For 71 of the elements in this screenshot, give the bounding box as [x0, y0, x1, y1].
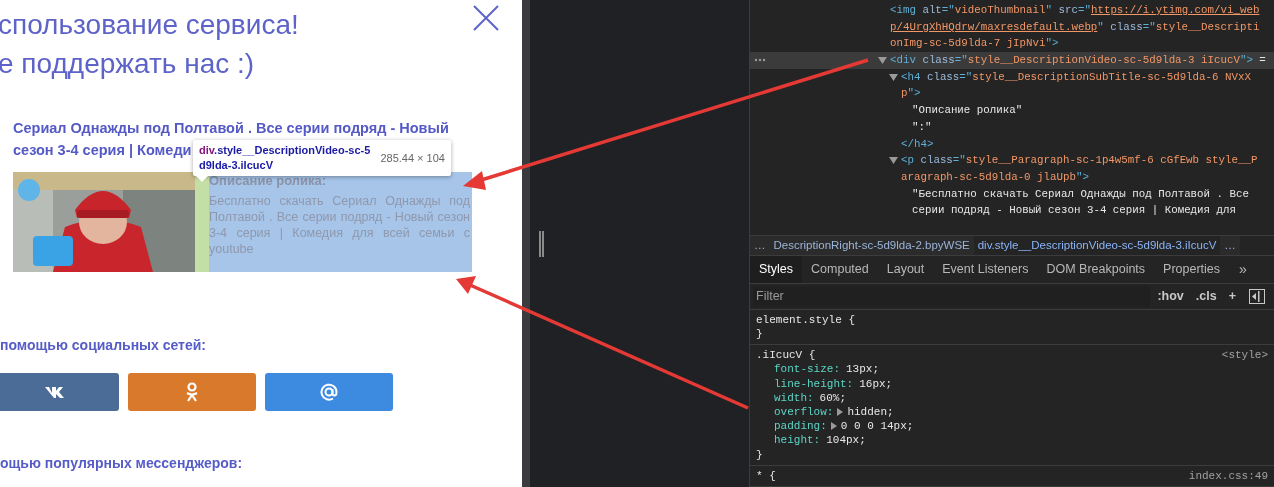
share-button[interactable]	[0, 373, 119, 411]
more-icon[interactable]	[754, 58, 766, 63]
css-property: line-height:	[774, 376, 854, 391]
breadcrumb[interactable]: …	[750, 235, 770, 256]
at-sign-icon	[319, 382, 339, 402]
css-property: font-size:	[774, 362, 840, 377]
breadcrumb[interactable]: DescriptionRight-sc-5d9lda-2.bpyWSE	[769, 235, 974, 256]
rule-brace: }	[756, 327, 763, 340]
expand-triangle-icon[interactable]	[829, 421, 838, 432]
video-title[interactable]: Сериал Однажды под Полтавой . Все серии подряд - Новый	[13, 117, 449, 139]
vk-logo-icon	[45, 386, 65, 398]
dom-node-text: <div class="style__DescriptionVideo-sc-5d9lda-3 iIcucV"> =	[890, 53, 1266, 69]
dom-node-text: aragraph-sc-5d9lda-0 jlaUpb">	[901, 169, 1089, 185]
section-heading: ощью популярных мессенджеров:	[0, 454, 243, 473]
filter-field[interactable]: Filter	[753, 285, 1151, 307]
css-value: 16px;	[859, 376, 893, 391]
sidebar-tab[interactable]: Event Listeners	[933, 256, 1038, 283]
expand-triangle-icon[interactable]	[878, 55, 887, 65]
ok-logo-icon	[186, 382, 198, 402]
sidebar-tab[interactable]: Styles	[750, 256, 803, 283]
css-property: overflow:	[774, 405, 834, 420]
rule-brace: }	[756, 448, 763, 461]
share-button[interactable]	[265, 373, 393, 411]
element-size: 285.44 × 104	[380, 151, 445, 166]
description-subtitle: Описание ролика:	[209, 172, 327, 189]
css-value: hidden;	[847, 405, 894, 420]
sidebar-tab[interactable]: Layout	[877, 256, 934, 283]
close-icon	[473, 5, 499, 31]
dom-node-text: <p class="style__Paragraph-sc-1p4w5mf-6 cGfEwb style__P	[901, 153, 1258, 169]
toolbar-button[interactable]: .cls	[1190, 286, 1222, 306]
dom-node-text: серии подряд - Новый сезон 3-4 серия | Комедия для	[912, 203, 1236, 219]
expand-triangle-icon[interactable]	[889, 156, 898, 166]
css-property: height:	[774, 433, 821, 448]
dom-node-text: "Описание ролика"	[912, 103, 1023, 119]
rule-selector: element.style {	[756, 312, 856, 327]
css-value: 13px;	[846, 362, 880, 377]
css-value: 0 0 0 14px;	[840, 419, 914, 434]
toolbar-button[interactable]: :hov	[1152, 286, 1189, 306]
video-title[interactable]: сезон 3-4 серия | Комеди	[13, 139, 192, 161]
sidebar-toggle-icon[interactable]	[1249, 288, 1265, 304]
breadcrumb[interactable]: …	[1220, 235, 1240, 256]
dialog-title: е поддержать нас :)	[0, 47, 255, 81]
sidebar-tab[interactable]: Properties	[1154, 256, 1230, 283]
sidebar-tab[interactable]: Computed	[802, 256, 878, 283]
css-property: padding:	[774, 419, 827, 434]
rule-selector: * {	[756, 468, 776, 483]
dom-node-text: ":"	[912, 119, 932, 135]
dialog-title: спользование сервиса!	[0, 8, 299, 42]
dom-node-text: onImg-sc-5d9lda-7 jIpNvi">	[890, 36, 1059, 52]
element-selector: div.style__DescriptionVideo-sc-5 d9lda-3.iIcucV	[199, 143, 371, 173]
toolbar-button[interactable]: +	[1223, 286, 1241, 306]
dom-node-text: p">	[901, 86, 921, 102]
more-tabs-button[interactable]: »	[1229, 256, 1257, 283]
expand-triangle-icon[interactable]	[889, 72, 898, 82]
close-button[interactable]	[472, 4, 500, 32]
css-value: 60%;	[819, 390, 846, 405]
rule-selector: .iIcucV {	[756, 348, 816, 363]
rule-source[interactable]: index.css:49	[1188, 468, 1268, 483]
css-property: width:	[774, 390, 814, 405]
description-text: Бесплатно скачать Сериал Однажды под Полтавой . Все серии подряд - Новый сезон 3-4 серия | Комедия для всей семьи с youtube	[209, 193, 470, 257]
css-value: 104px;	[826, 433, 866, 448]
dom-node-text: <img alt="videoThumbnail" src="https://i.ytimg.com/vi_web	[890, 3, 1260, 18]
expand-triangle-icon[interactable]	[836, 407, 845, 418]
dom-node-text: <h4 class="style__DescriptionSubTitle-sc-5d9lda-6 NVxX	[901, 69, 1251, 85]
resize-handle[interactable]	[539, 230, 544, 257]
sidebar-tab[interactable]: DOM Breakpoints	[1037, 256, 1155, 283]
rule-source[interactable]: <style>	[1221, 348, 1268, 363]
section-heading: помощью социальных сетей:	[0, 336, 207, 355]
dom-node-text: "Бесплатно скачать Сериал Однажды под Полтавой . Все	[912, 186, 1249, 202]
dom-node-text: </h4>	[901, 136, 934, 152]
dom-node-text: p/4UrgXhHQdrw/maxresdefault.webp" class="style__Descripti	[890, 19, 1260, 35]
